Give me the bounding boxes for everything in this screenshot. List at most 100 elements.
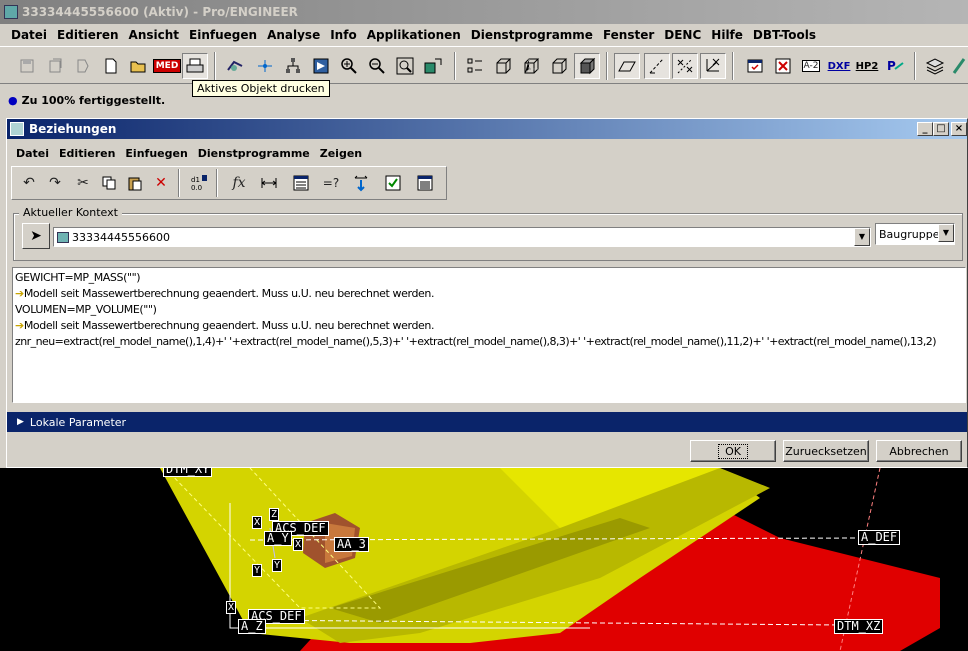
reorient-icon[interactable]: [420, 53, 446, 79]
relation-text: Modell seit Massewertberechnung geaender…: [23, 287, 435, 300]
model-tree-icon[interactable]: [280, 53, 306, 79]
new-file-icon[interactable]: [98, 53, 124, 79]
context-label: Aktueller Kontext: [19, 206, 122, 219]
context-type-value: Baugruppe: [879, 227, 940, 241]
dlg-menu-editieren[interactable]: Editieren: [54, 147, 120, 160]
function-icon[interactable]: fx: [226, 170, 252, 196]
dialog-title-bar: Beziehungen _ □ ×: [7, 119, 967, 139]
datum-label-a-z[interactable]: A_Z: [238, 619, 266, 634]
view-manager-icon[interactable]: [308, 53, 334, 79]
context-model-combo[interactable]: 33334445556600 ▼: [53, 227, 871, 247]
cancel-button[interactable]: Abbrechen: [876, 440, 962, 462]
zoom-in-icon[interactable]: [336, 53, 362, 79]
menu-einfuegen[interactable]: Einfuegen: [184, 28, 262, 42]
p-arrow-icon[interactable]: P: [882, 53, 908, 79]
med-label: MED: [152, 59, 182, 73]
toolbar-separator: [178, 169, 180, 197]
menu-editieren[interactable]: Editieren: [52, 28, 124, 42]
dlg-menu-einfuegen[interactable]: Einfuegen: [120, 147, 192, 160]
coordinate-systems-icon[interactable]: [700, 53, 726, 79]
close-window-icon[interactable]: [770, 53, 796, 79]
chevron-down-icon[interactable]: ▼: [938, 224, 954, 242]
cut-icon[interactable]: ✂: [70, 170, 96, 196]
datum-points-toggle-icon[interactable]: [672, 53, 698, 79]
dlg-menu-datei[interactable]: Datei: [11, 147, 54, 160]
datum-label-dtm-xz[interactable]: DTM_XZ: [834, 619, 884, 634]
copy-file-icon[interactable]: [70, 53, 96, 79]
axis-label-x: X: [226, 601, 237, 614]
zoom-out-icon[interactable]: [364, 53, 390, 79]
shading-icon[interactable]: [574, 53, 600, 79]
menu-datei[interactable]: Datei: [6, 28, 52, 42]
save-as-icon[interactable]: [42, 53, 68, 79]
a2-icon[interactable]: A-2: [798, 53, 824, 79]
minimize-button[interactable]: _: [917, 122, 933, 136]
hidden-line-icon[interactable]: [518, 53, 544, 79]
menu-dbt-tools[interactable]: DBT-Tools: [748, 28, 821, 42]
spin-center-icon[interactable]: [252, 53, 278, 79]
menu-info[interactable]: Info: [325, 28, 361, 42]
open-folder-icon[interactable]: [126, 53, 152, 79]
graphics-viewport[interactable]: DTM_XY A_DEF DTM_XZ ACS_DEF A_Y AA_3 ACS…: [0, 468, 968, 651]
parameter-table-icon[interactable]: [288, 170, 314, 196]
menu-ansicht[interactable]: Ansicht: [124, 28, 184, 42]
sort-relations-icon[interactable]: [348, 170, 374, 196]
evaluate-icon[interactable]: =?: [318, 170, 344, 196]
print-icon[interactable]: [182, 53, 208, 79]
chevron-down-icon[interactable]: ▼: [854, 228, 870, 246]
expand-triangle-icon: ▶: [17, 417, 24, 427]
toolbar-separator: [454, 52, 456, 80]
warning-arrow-icon: ➔: [15, 287, 24, 300]
layers-icon[interactable]: [922, 53, 948, 79]
dimension-icon[interactable]: [256, 170, 282, 196]
verify-icon[interactable]: [380, 170, 406, 196]
window-activate-icon[interactable]: [742, 53, 768, 79]
reset-button[interactable]: Zuruecksetzen: [783, 440, 869, 462]
datum-label-a-def[interactable]: A_DEF: [858, 530, 901, 545]
hp2-plot-icon[interactable]: HP2: [854, 53, 880, 79]
close-button[interactable]: ×: [951, 122, 967, 136]
window-title: 33334445556600 (Aktiv) - Pro/ENGINEER: [22, 5, 298, 19]
menu-applikationen[interactable]: Applikationen: [362, 28, 466, 42]
save-icon[interactable]: [14, 53, 40, 79]
datum-points-icon[interactable]: [462, 53, 488, 79]
relations-editor[interactable]: GEWICHT=MP_MASS("") ➔Modell seit Massewe…: [12, 267, 966, 403]
refit-icon[interactable]: [392, 53, 418, 79]
menu-denc[interactable]: DENC: [659, 28, 706, 42]
datum-planes-icon[interactable]: [614, 53, 640, 79]
menu-hilfe[interactable]: Hilfe: [706, 28, 748, 42]
ok-label: OK: [718, 443, 748, 459]
dlg-menu-zeigen[interactable]: Zeigen: [315, 147, 367, 160]
local-parameters-expander[interactable]: ▶ Lokale Parameter: [7, 412, 967, 432]
context-type-select[interactable]: Baugruppe ▼: [875, 223, 955, 245]
copy-icon[interactable]: [96, 170, 122, 196]
paste-icon[interactable]: [122, 170, 148, 196]
datum-label-a-y[interactable]: A_Y: [264, 531, 292, 546]
pick-context-button[interactable]: ➤: [22, 223, 50, 249]
no-hidden-icon[interactable]: [546, 53, 572, 79]
app-icon: [4, 5, 18, 19]
repaint-icon[interactable]: [222, 53, 248, 79]
menu-dienstprogramme[interactable]: Dienstprogramme: [466, 28, 598, 42]
datum-label-dtm-top[interactable]: DTM_XY: [163, 468, 213, 477]
undo-icon[interactable]: ↶: [16, 170, 42, 196]
ok-button[interactable]: OK: [690, 440, 776, 462]
datum-axes-icon[interactable]: [644, 53, 670, 79]
dlg-menu-dienstprogramme[interactable]: Dienstprogramme: [193, 147, 315, 160]
pencil-icon[interactable]: [950, 53, 968, 79]
med-icon[interactable]: MED: [152, 53, 182, 79]
delete-icon[interactable]: ✕: [148, 170, 174, 196]
maximize-button[interactable]: □: [933, 122, 949, 136]
show-info-icon[interactable]: [412, 170, 438, 196]
menu-fenster[interactable]: Fenster: [598, 28, 659, 42]
relations-dialog: Beziehungen _ □ × Datei Editieren Einfue…: [6, 118, 968, 468]
datum-label-aa[interactable]: AA_3: [334, 537, 369, 552]
cancel-label: Abbrechen: [889, 444, 949, 458]
redo-icon[interactable]: ↷: [42, 170, 68, 196]
relation-text: GEWICHT=MP_MASS(""): [15, 271, 141, 284]
units-icon[interactable]: d1 0.0: [186, 170, 212, 196]
menu-analyse[interactable]: Analyse: [262, 28, 325, 42]
context-model-value: 33334445556600: [72, 230, 170, 244]
dxf-export-icon[interactable]: DXF: [826, 53, 852, 79]
wireframe-icon[interactable]: [490, 53, 516, 79]
